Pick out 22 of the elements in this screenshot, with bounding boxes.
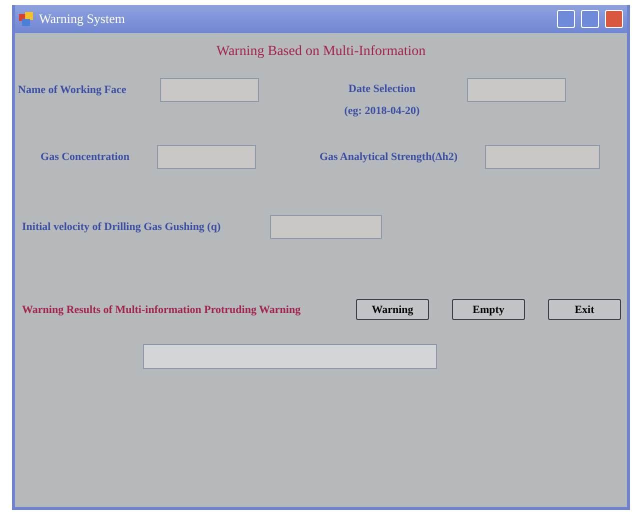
form-heading: Warning Based on Multi-Information xyxy=(215,44,427,60)
field-label: Date Selection xyxy=(348,82,416,96)
results-label: Warning Results of Multi-information Protruding Warning xyxy=(22,302,302,316)
action-button[interactable]: Exit xyxy=(548,299,621,320)
input-field[interactable] xyxy=(157,145,256,169)
result-field[interactable] xyxy=(143,344,437,369)
input-field[interactable] xyxy=(467,78,566,102)
input-field[interactable] xyxy=(270,215,382,239)
close-button[interactable] xyxy=(605,10,623,28)
window-title: Warning System xyxy=(39,11,126,27)
field-label: Gas Concentration xyxy=(40,150,130,164)
action-button[interactable]: Warning xyxy=(356,299,429,320)
hint-text: (eg: 2018-04-20) xyxy=(343,104,421,118)
input-field[interactable] xyxy=(160,78,259,102)
maximize-button[interactable] xyxy=(581,10,599,28)
action-button[interactable]: Empty xyxy=(452,299,525,320)
field-label: Name of Working Face xyxy=(18,83,128,97)
input-field[interactable] xyxy=(485,145,600,169)
field-label: Initial velocity of Drilling Gas Gushing (q) xyxy=(22,220,222,234)
minimize-button[interactable] xyxy=(557,10,575,28)
app-icon xyxy=(19,12,33,26)
field-label: Gas Analytical Strength(Δh2) xyxy=(318,150,459,164)
